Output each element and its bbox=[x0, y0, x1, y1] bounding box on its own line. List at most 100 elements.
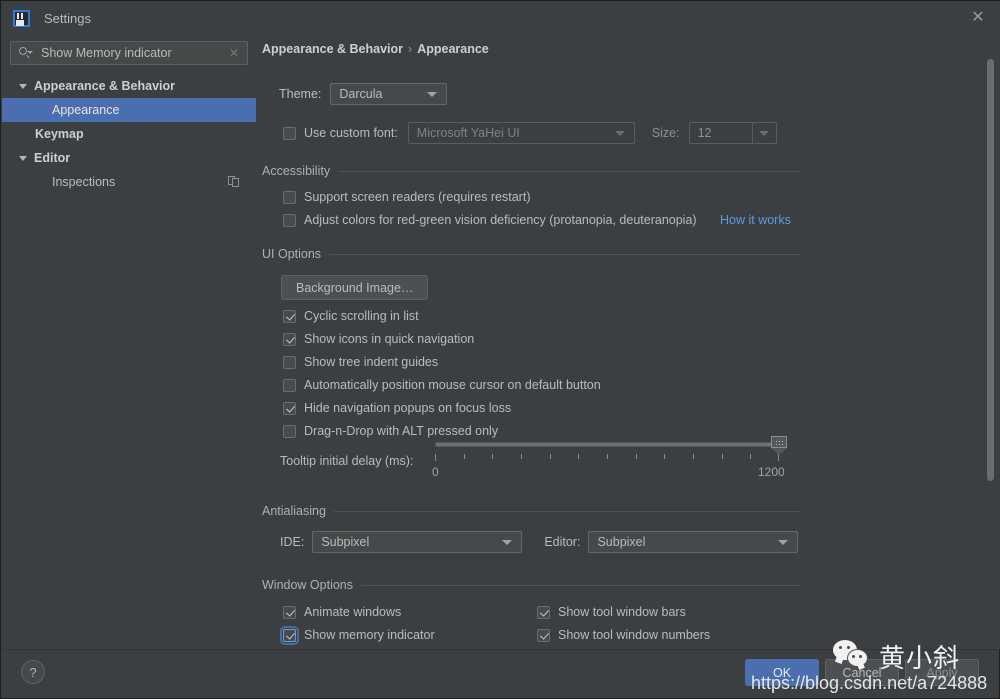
section-divider bbox=[333, 510, 800, 512]
show-tool-window-numbers-label: Show tool window numbers bbox=[558, 628, 711, 642]
search-input-value: Show Memory indicator bbox=[41, 46, 172, 60]
sidebar-item-keymap[interactable]: Keymap bbox=[2, 122, 256, 146]
editor-antialiasing-select[interactable]: Subpixel bbox=[588, 531, 799, 553]
section-divider bbox=[361, 584, 800, 586]
antialiasing-section-header: Antialiasing bbox=[262, 504, 800, 518]
ui-options-section-title: UI Options bbox=[262, 247, 322, 261]
clear-icon[interactable]: ✕ bbox=[229, 46, 239, 60]
breadcrumb-separator: › bbox=[408, 42, 413, 56]
help-button[interactable]: ? bbox=[21, 660, 45, 684]
custom-font-row: Use custom font: Microsoft YaHei UI Size… bbox=[283, 122, 777, 144]
sidebar-item-editor[interactable]: Editor bbox=[2, 146, 256, 170]
slider-ticks bbox=[435, 454, 779, 462]
section-divider bbox=[329, 253, 800, 255]
sidebar-item-inspections[interactable]: Inspections bbox=[2, 170, 256, 194]
show-tool-window-bars-label: Show tool window bars bbox=[558, 605, 686, 619]
accessibility-section-header: Accessibility bbox=[262, 164, 800, 178]
chevron-down-icon bbox=[19, 155, 27, 161]
ide-antialiasing-label: IDE: bbox=[280, 535, 305, 549]
close-icon[interactable]: ✕ bbox=[955, 1, 1000, 35]
support-screen-readers-label: Support screen readers (requires restart… bbox=[304, 190, 531, 204]
cancel-button[interactable]: Cancel bbox=[825, 659, 899, 686]
theme-row: Theme: Darcula bbox=[279, 83, 448, 105]
show-tool-window-bars-checkbox[interactable]: Show tool window bars bbox=[537, 602, 686, 622]
show-icons-quick-nav-checkbox[interactable]: Show icons in quick navigation bbox=[283, 329, 474, 349]
tooltip-delay-slider[interactable]: 0 1200 bbox=[432, 436, 787, 499]
copy-icon[interactable] bbox=[228, 176, 240, 188]
checkbox-box bbox=[283, 401, 296, 415]
chevron-down-icon bbox=[502, 539, 513, 545]
checkbox-box bbox=[283, 605, 296, 619]
hide-nav-popups-label: Hide navigation popups on focus loss bbox=[304, 401, 512, 415]
checkbox-box bbox=[280, 625, 299, 645]
sidebar-item-label: Editor bbox=[34, 151, 71, 165]
font-size-spinner[interactable]: 12 bbox=[688, 122, 777, 144]
show-tree-indent-guides-checkbox[interactable]: Show tree indent guides bbox=[283, 352, 438, 372]
editor-antialiasing-value: Subpixel bbox=[597, 535, 646, 549]
chevron-down-icon bbox=[614, 130, 625, 136]
editor-antialiasing-label: Editor: bbox=[544, 535, 581, 549]
custom-font-select[interactable]: Microsoft YaHei UI bbox=[407, 122, 635, 144]
background-image-button[interactable]: Background Image… bbox=[281, 275, 429, 300]
slider-thumb[interactable] bbox=[771, 436, 787, 455]
slider-track[interactable] bbox=[435, 442, 779, 447]
window-title: Settings bbox=[44, 10, 91, 26]
section-divider bbox=[338, 170, 800, 172]
checkbox-box bbox=[537, 605, 550, 619]
search-input[interactable]: Show Memory indicator ✕ bbox=[10, 41, 248, 65]
font-size-value: 12 bbox=[697, 126, 712, 140]
theme-label: Theme: bbox=[279, 87, 322, 101]
sidebar-item-appearance[interactable]: Appearance bbox=[2, 98, 256, 122]
show-tool-window-numbers-checkbox[interactable]: Show tool window numbers bbox=[537, 625, 710, 645]
cyclic-scrolling-checkbox[interactable]: Cyclic scrolling in list bbox=[283, 306, 419, 326]
auto-position-cursor-checkbox[interactable]: Automatically position mouse cursor on d… bbox=[283, 375, 601, 395]
tooltip-delay-label: Tooltip initial delay (ms): bbox=[280, 454, 414, 468]
hide-nav-popups-checkbox[interactable]: Hide navigation popups on focus loss bbox=[283, 398, 511, 418]
accessibility-section-title: Accessibility bbox=[262, 164, 331, 178]
checkbox-box bbox=[283, 309, 296, 323]
checkbox-box bbox=[283, 190, 296, 204]
font-size-label: Size: bbox=[651, 126, 680, 140]
support-screen-readers-checkbox[interactable]: Support screen readers (requires restart… bbox=[283, 187, 530, 207]
animate-windows-label: Animate windows bbox=[304, 605, 402, 619]
checkbox-box bbox=[283, 424, 296, 438]
checkbox-box bbox=[283, 332, 296, 346]
checkbox-box bbox=[283, 355, 296, 369]
search-icon bbox=[18, 46, 33, 60]
checkbox-box bbox=[537, 628, 550, 642]
how-it-works-link[interactable]: How it works bbox=[720, 213, 791, 227]
sidebar: Show Memory indicator ✕ Appearance & Beh… bbox=[2, 35, 256, 649]
settings-tree: Appearance & Behavior Appearance Keymap … bbox=[2, 74, 256, 194]
chevron-down-icon bbox=[427, 91, 438, 97]
apply-button[interactable]: Apply bbox=[905, 659, 979, 686]
checkbox-box bbox=[283, 213, 296, 227]
ui-options-section-header: UI Options bbox=[262, 247, 800, 261]
checkbox-box bbox=[283, 126, 296, 140]
breadcrumb-leaf: Appearance bbox=[417, 42, 489, 56]
ok-button[interactable]: OK bbox=[745, 659, 819, 686]
sidebar-item-label: Keymap bbox=[35, 127, 84, 141]
show-tree-indent-guides-label: Show tree indent guides bbox=[304, 355, 439, 369]
animate-windows-checkbox[interactable]: Animate windows bbox=[283, 602, 401, 622]
drag-n-drop-alt-label: Drag-n-Drop with ALT pressed only bbox=[304, 424, 499, 438]
chevron-down-icon[interactable] bbox=[751, 123, 776, 143]
sidebar-item-appearance-behavior[interactable]: Appearance & Behavior bbox=[2, 74, 256, 98]
adjust-colors-checkbox[interactable]: Adjust colors for red-green vision defic… bbox=[283, 210, 697, 230]
slider-min-label: 0 bbox=[432, 465, 439, 479]
show-memory-indicator-checkbox[interactable]: Show memory indicator bbox=[280, 625, 435, 645]
intellij-idea-icon bbox=[13, 9, 30, 27]
use-custom-font-label: Use custom font: bbox=[304, 126, 398, 140]
ide-antialiasing-select[interactable]: Subpixel bbox=[312, 531, 523, 553]
ide-antialiasing-value: Subpixel bbox=[321, 535, 370, 549]
breadcrumb: Appearance & Behavior › Appearance bbox=[262, 42, 1000, 56]
sidebar-item-label: Appearance & Behavior bbox=[34, 79, 176, 93]
window-options-section-header: Window Options bbox=[262, 578, 800, 592]
checkbox-box bbox=[283, 378, 296, 392]
vertical-scrollbar[interactable] bbox=[987, 59, 994, 481]
use-custom-font-checkbox[interactable]: Use custom font: bbox=[283, 123, 398, 143]
slider-max-label: 1200 bbox=[758, 465, 785, 479]
breadcrumb-root[interactable]: Appearance & Behavior bbox=[262, 42, 403, 56]
drag-n-drop-alt-checkbox[interactable]: Drag-n-Drop with ALT pressed only bbox=[283, 421, 498, 441]
settings-dialog: Settings ✕ Show Memory indicator ✕ Appea… bbox=[0, 0, 1000, 699]
theme-select[interactable]: Darcula bbox=[330, 83, 448, 105]
